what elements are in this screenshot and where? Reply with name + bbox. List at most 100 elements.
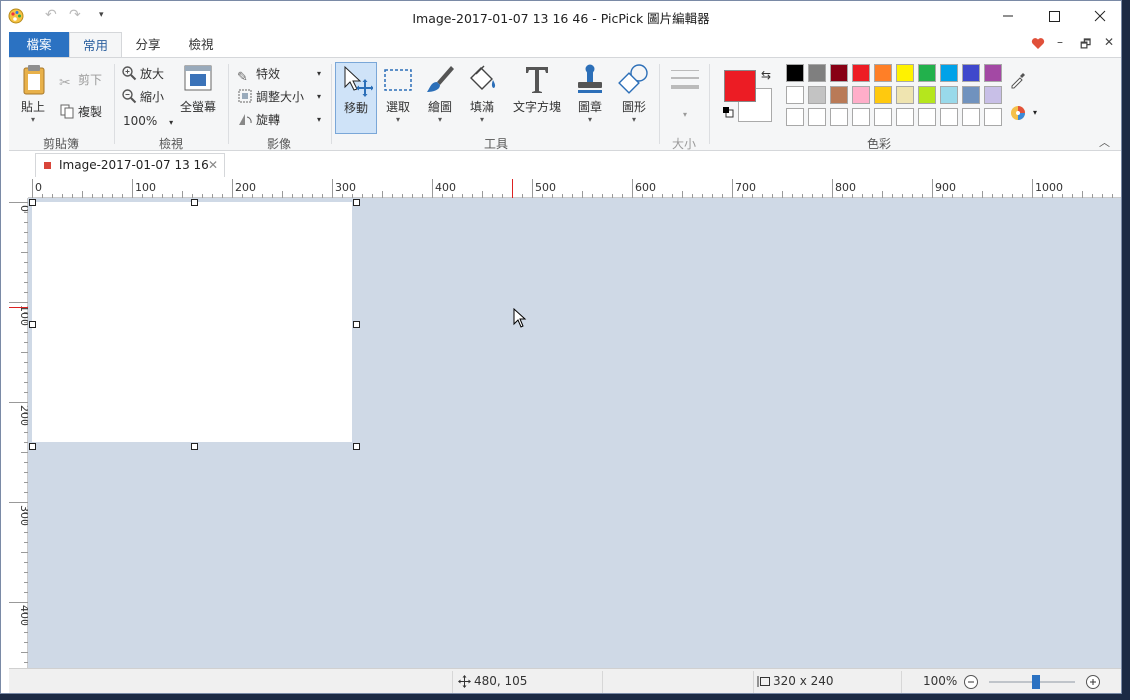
shape-tool-button[interactable]: 圖形 ▾ bbox=[613, 62, 655, 134]
color-swatch[interactable] bbox=[808, 86, 826, 104]
resize-handle-bottom-right[interactable] bbox=[353, 443, 360, 450]
primary-color-swatch[interactable] bbox=[724, 70, 756, 102]
zoom-out-icon bbox=[122, 89, 137, 104]
chevron-down-icon: ▾ bbox=[682, 110, 687, 119]
size-button[interactable]: ▾ bbox=[665, 62, 705, 134]
document-tab[interactable]: Image-2017-01-07 13 16 46 ✕ bbox=[35, 153, 225, 194]
color-swatch[interactable] bbox=[852, 86, 870, 104]
color-swatch[interactable] bbox=[984, 86, 1002, 104]
color-swatch[interactable] bbox=[940, 108, 958, 126]
resize-handle-bottom-left[interactable] bbox=[29, 443, 36, 450]
copy-button[interactable]: 複製 bbox=[59, 102, 102, 122]
color-swatch[interactable] bbox=[984, 64, 1002, 82]
swap-colors-icon[interactable]: ⇆ bbox=[761, 68, 771, 82]
color-swatch[interactable] bbox=[852, 108, 870, 126]
color-swatch[interactable] bbox=[896, 64, 914, 82]
close-icon bbox=[1094, 10, 1106, 22]
color-swatch[interactable] bbox=[786, 64, 804, 82]
ribbon-minimize-icon[interactable]: – bbox=[1057, 35, 1063, 49]
chevron-down-icon: ▾ bbox=[479, 115, 484, 124]
color-wheel-icon[interactable] bbox=[1009, 104, 1027, 122]
color-swatch[interactable] bbox=[962, 108, 980, 126]
color-swatch[interactable] bbox=[918, 64, 936, 82]
stamp-tool-button[interactable]: 圖章 ▾ bbox=[571, 62, 609, 134]
separator bbox=[452, 671, 453, 693]
zoom-in-circle-icon[interactable] bbox=[1085, 674, 1101, 690]
draw-tool-button[interactable]: 繪圖 ▾ bbox=[421, 62, 459, 134]
colors-group-label: 色彩 bbox=[866, 137, 891, 151]
resize-handle-left[interactable] bbox=[29, 321, 36, 328]
color-swatch[interactable] bbox=[984, 108, 1002, 126]
color-swatch[interactable] bbox=[918, 86, 936, 104]
eyedropper-icon[interactable] bbox=[1009, 71, 1027, 89]
tab-home[interactable]: 常用 bbox=[69, 32, 122, 58]
cut-button[interactable]: ✂ 剪下 bbox=[59, 70, 102, 91]
chevron-down-icon: ▾ bbox=[395, 115, 400, 124]
maximize-button[interactable] bbox=[1031, 1, 1077, 31]
separator bbox=[114, 64, 115, 144]
color-swatch[interactable] bbox=[962, 86, 980, 104]
fullscreen-button[interactable]: 全螢幕 bbox=[175, 62, 221, 132]
tab-file[interactable]: 檔案 bbox=[9, 32, 69, 58]
color-swatch[interactable] bbox=[896, 108, 914, 126]
line-width-icon bbox=[671, 70, 699, 89]
heart-icon[interactable] bbox=[1031, 37, 1045, 50]
zoom-in-button[interactable]: 放大 bbox=[121, 64, 164, 84]
textbox-tool-button[interactable]: 文字方塊 bbox=[507, 62, 567, 134]
tab-view[interactable]: 檢視 bbox=[177, 32, 225, 58]
move-tool-button[interactable]: 移動 bbox=[335, 62, 377, 134]
color-swatch[interactable] bbox=[940, 64, 958, 82]
zoom-percentage: 100% bbox=[923, 674, 958, 688]
color-swatch[interactable] bbox=[852, 64, 870, 82]
separator bbox=[901, 671, 902, 693]
paste-button[interactable]: 貼上 ▾ bbox=[13, 62, 53, 132]
zoom-level-dropdown[interactable]: 100% ▾ bbox=[123, 111, 173, 131]
color-swatch[interactable] bbox=[874, 108, 892, 126]
color-swatch[interactable] bbox=[830, 108, 848, 126]
zoom-slider-track[interactable] bbox=[989, 675, 1075, 689]
editor-canvas[interactable] bbox=[28, 198, 1121, 668]
picpick-window: ↶ ↷ ▾ Image-2017-01-07 13 16 46 - PicPic… bbox=[0, 0, 1122, 694]
horizontal-ruler: 0 100 200 300 400 500 600 700 800 900 1000 bbox=[28, 179, 1121, 198]
ribbon-restore-icon[interactable]: 🗗 bbox=[1080, 35, 1091, 56]
color-swatch[interactable] bbox=[808, 64, 826, 82]
ribbon-close-icon[interactable]: ✕ bbox=[1104, 35, 1114, 49]
color-swatch[interactable] bbox=[896, 86, 914, 104]
resize-handle-right[interactable] bbox=[353, 321, 360, 328]
image-area[interactable] bbox=[32, 202, 352, 442]
close-window-button[interactable] bbox=[1077, 1, 1121, 31]
rotate-label: 旋轉 bbox=[256, 113, 281, 127]
resize-button[interactable]: 調整大小 ▾ bbox=[237, 87, 321, 107]
zoom-out-button[interactable]: 縮小 bbox=[121, 87, 164, 107]
zoom-out-label: 縮小 bbox=[140, 90, 165, 104]
color-swatch[interactable] bbox=[786, 86, 804, 104]
effects-button[interactable]: ✎ 特效 ▾ bbox=[237, 64, 321, 85]
tab-share[interactable]: 分享 bbox=[125, 32, 171, 58]
color-swatch[interactable] bbox=[918, 108, 936, 126]
resize-handle-top[interactable] bbox=[191, 199, 198, 206]
chevron-down-icon[interactable]: ▾ bbox=[1033, 108, 1037, 117]
minimize-button[interactable] bbox=[985, 1, 1031, 31]
zoom-slider-thumb[interactable] bbox=[1032, 675, 1041, 689]
resize-handle-top-right[interactable] bbox=[353, 199, 360, 206]
zoom-out-circle-icon[interactable] bbox=[963, 674, 979, 690]
copy-icon bbox=[60, 104, 74, 119]
close-tab-icon[interactable]: ✕ bbox=[208, 154, 218, 176]
ruler-label: 200 bbox=[18, 405, 28, 426]
select-tool-button[interactable]: 選取 ▾ bbox=[379, 62, 417, 134]
move-cursor-icon bbox=[344, 65, 373, 97]
color-swatch[interactable] bbox=[874, 64, 892, 82]
color-swatch[interactable] bbox=[830, 86, 848, 104]
resize-handle-top-left[interactable] bbox=[29, 199, 36, 206]
color-swatch[interactable] bbox=[940, 86, 958, 104]
resize-handle-bottom[interactable] bbox=[191, 443, 198, 450]
color-swatch[interactable] bbox=[962, 64, 980, 82]
color-swatch[interactable] bbox=[830, 64, 848, 82]
reset-colors-icon[interactable] bbox=[722, 106, 734, 118]
fill-tool-button[interactable]: 填滿 ▾ bbox=[463, 62, 501, 134]
collapse-ribbon-icon[interactable]: ︿ bbox=[1099, 134, 1110, 150]
color-swatch[interactable] bbox=[808, 108, 826, 126]
color-swatch[interactable] bbox=[874, 86, 892, 104]
color-swatch[interactable] bbox=[786, 108, 804, 126]
rotate-button[interactable]: 旋轉 ▾ bbox=[237, 110, 321, 130]
